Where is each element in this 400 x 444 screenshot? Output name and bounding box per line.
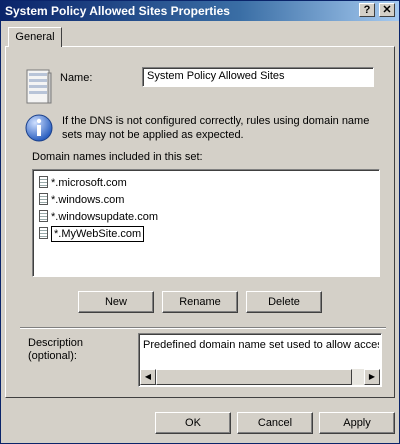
document-icon: [39, 227, 48, 239]
tab-general[interactable]: General: [8, 27, 62, 47]
general-tab-panel: Name: System Policy Allowed Sites If the…: [5, 46, 395, 398]
info-text-line-1: If the DNS is not configured correctly, …: [62, 115, 370, 127]
list-item[interactable]: *.microsoft.com: [39, 175, 127, 191]
name-input[interactable]: System Policy Allowed Sites: [142, 67, 374, 87]
domains-listbox[interactable]: *.microsoft.com *.windows.com *.windowsu…: [32, 169, 380, 277]
separator: [20, 327, 386, 329]
list-item[interactable]: *.windows.com: [39, 192, 124, 208]
description-label-line-1: Description: [28, 337, 84, 349]
window-title: System Policy Allowed Sites Properties: [5, 4, 230, 18]
domain-edit-field[interactable]: *.MyWebSite.com: [51, 226, 145, 242]
rename-button[interactable]: Rename: [162, 291, 238, 313]
new-button[interactable]: New: [78, 291, 154, 313]
horizontal-scrollbar[interactable]: ◀ ▶: [140, 369, 380, 385]
scroll-thumb[interactable]: [156, 369, 352, 385]
close-button[interactable]: ✕: [379, 3, 395, 17]
server-icon: [26, 69, 52, 104]
apply-button[interactable]: Apply: [319, 412, 395, 434]
scroll-left-button[interactable]: ◀: [140, 369, 156, 385]
title-bar[interactable]: System Policy Allowed Sites Properties ?…: [1, 1, 399, 21]
tab-general-label: General: [15, 31, 55, 43]
info-text-line-2: sets may not be applied as expected.: [62, 129, 244, 141]
list-item[interactable]: *.MyWebSite.com: [39, 226, 145, 242]
delete-button[interactable]: Delete: [246, 291, 322, 313]
document-icon: [39, 210, 48, 222]
list-item[interactable]: *.windowsupdate.com: [39, 209, 158, 225]
description-text: Predefined domain name set used to allow…: [143, 339, 379, 351]
cancel-button[interactable]: Cancel: [237, 412, 313, 434]
domains-label: Domain names included in this set:: [32, 151, 203, 163]
scroll-right-button[interactable]: ▶: [364, 369, 380, 385]
help-button[interactable]: ?: [359, 3, 375, 17]
description-textarea[interactable]: Predefined domain name set used to allow…: [138, 333, 382, 387]
document-icon: [39, 176, 48, 188]
description-label-line-2: (optional):: [28, 350, 77, 362]
ok-button[interactable]: OK: [155, 412, 231, 434]
info-icon: [25, 114, 53, 142]
name-label: Name:: [60, 72, 93, 84]
properties-dialog: System Policy Allowed Sites Properties ?…: [0, 0, 400, 444]
document-icon: [39, 193, 48, 205]
